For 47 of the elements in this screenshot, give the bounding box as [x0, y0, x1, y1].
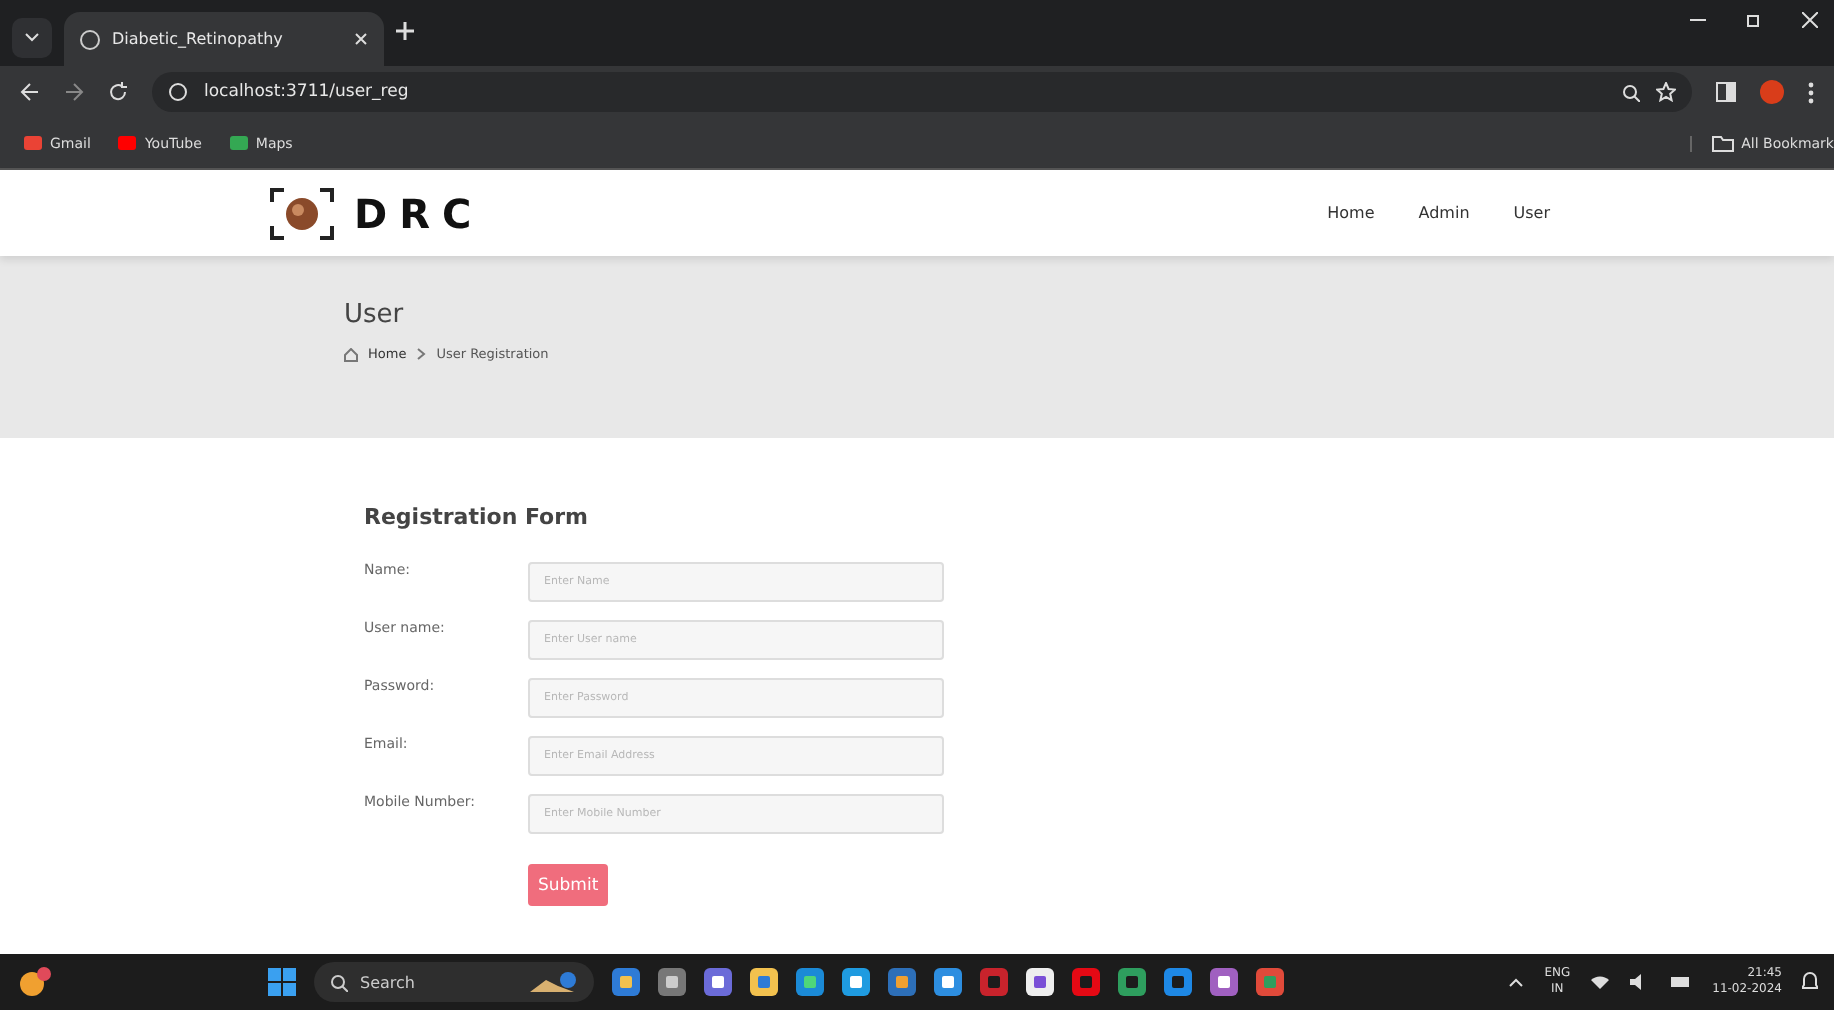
menu-icon	[1808, 81, 1814, 103]
taskbar-app-icon[interactable]	[750, 968, 778, 996]
folder-icon	[1711, 135, 1734, 151]
form-title: Registration Form	[364, 504, 590, 530]
battery-icon	[1670, 976, 1693, 988]
notification-bell-icon	[1802, 972, 1818, 992]
bookmark-favicon-icon	[229, 136, 248, 150]
profile-avatar-icon	[1760, 80, 1784, 104]
taskbar-app-icon[interactable]	[934, 968, 962, 996]
back-arrow-icon	[20, 82, 40, 102]
chevron-up-icon	[1508, 977, 1525, 987]
close-icon	[354, 32, 368, 46]
taskbar-app-icon[interactable]	[796, 968, 824, 996]
taskbar-app-icon[interactable]	[1026, 968, 1054, 996]
nav-link[interactable]: Home	[1327, 204, 1375, 222]
chevron-right-icon	[416, 348, 427, 360]
taskbar-search[interactable]: Search	[314, 962, 594, 1002]
side-panel-icon	[1716, 82, 1736, 102]
reload-icon	[108, 82, 128, 102]
new-tab-icon	[396, 22, 414, 40]
star-icon	[1656, 82, 1676, 102]
taskbar-app-icon[interactable]	[704, 968, 732, 996]
bookmark-favicon-icon	[118, 136, 137, 150]
taskbar-app-icon[interactable]	[658, 968, 686, 996]
site-logo[interactable]: DRC	[354, 189, 484, 237]
close-icon	[1802, 12, 1818, 28]
page-title: User	[344, 300, 406, 330]
browser-tab[interactable]: Diabetic_Retinopathy	[64, 12, 384, 66]
nav-link[interactable]: User	[1513, 204, 1550, 222]
taskbar-app-icon[interactable]	[612, 968, 640, 996]
restore-icon	[1746, 12, 1762, 28]
eye-logo-icon	[270, 187, 334, 239]
search-icon	[330, 973, 348, 991]
windows-start-icon	[268, 968, 296, 996]
taskbar-app-icon[interactable]	[1210, 968, 1238, 996]
wifi-icon	[1590, 974, 1611, 990]
forward-arrow-icon	[64, 82, 84, 102]
tab-list-button[interactable]	[12, 18, 52, 58]
address-bar[interactable]: localhost:3711/user_reg	[152, 72, 1692, 112]
home-icon	[344, 347, 358, 361]
chevron-down-icon	[24, 32, 40, 44]
taskbar-app-icon[interactable]	[888, 968, 916, 996]
zoom-icon	[1622, 83, 1640, 101]
nav-link[interactable]: Admin	[1418, 204, 1470, 222]
search-highlight-icon	[526, 968, 578, 996]
bookmark-favicon-icon	[24, 136, 42, 150]
taskbar-app-icon[interactable]	[842, 968, 870, 996]
